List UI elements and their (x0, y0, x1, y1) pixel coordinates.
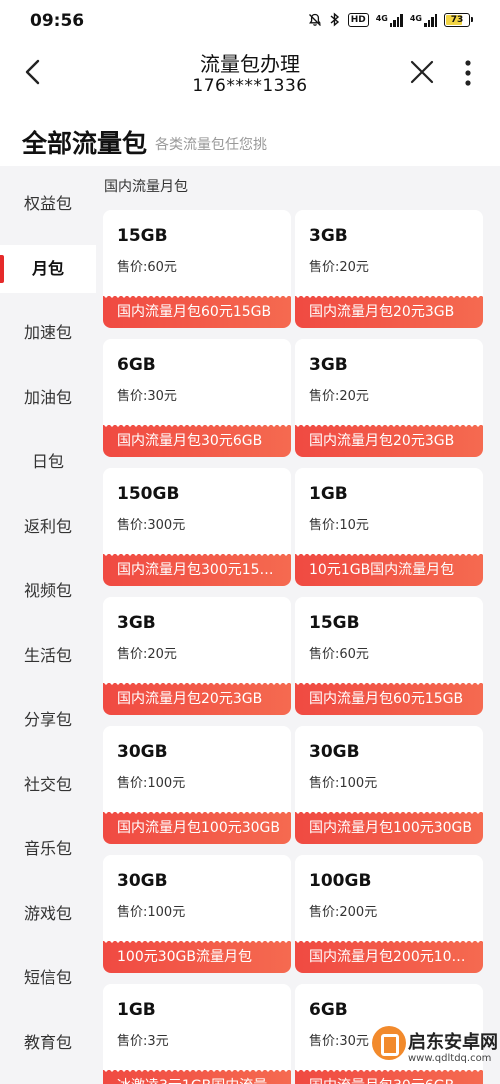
sidebar-item[interactable]: 音乐包 (0, 825, 96, 873)
status-icons: HD 4G 4G 73 (308, 12, 473, 27)
sidebar-item[interactable]: 日包 (0, 438, 96, 486)
sidebar-item[interactable]: 加速包 (0, 309, 96, 357)
battery-level: 73 (450, 14, 464, 25)
package-price: 售价:30元 (117, 389, 177, 404)
sidebar-item[interactable]: 加油包 (0, 374, 96, 422)
package-card[interactable]: 30GB 售价:100元 100元30GB流量月包 (103, 855, 291, 973)
package-price: 售价:60元 (117, 260, 177, 275)
package-data-amount: 6GB (309, 1000, 348, 1020)
category-sidebar: 权益包月包加速包加油包日包返利包视频包生活包分享包社交包音乐包游戏包短信包教育包 (0, 166, 96, 1084)
package-data-amount: 6GB (117, 355, 156, 375)
package-price: 售价:300元 (117, 518, 186, 533)
package-data-amount: 3GB (309, 355, 348, 375)
package-name-banner: 国内流量月包60元15GB (295, 683, 483, 715)
sidebar-item[interactable]: 月包 (0, 244, 96, 293)
watermark-name: 启东安卓网 (408, 1032, 498, 1053)
mute-bell-icon (308, 13, 321, 26)
hd-voice-icon: HD (347, 12, 369, 27)
sidebar-item[interactable]: 返利包 (0, 503, 96, 551)
close-icon[interactable] (408, 58, 436, 86)
section-subtitle: 各类流量包任您挑 (155, 137, 267, 153)
section-header: 全部流量包 各类流量包任您挑 (0, 102, 500, 166)
package-price: 售价:60元 (309, 647, 369, 662)
sidebar-item[interactable]: 权益包 (0, 180, 96, 228)
package-list: 国内流量月包 15GB 售价:60元 国内流量月包60元15GB 3GB 售价:20元国… (96, 166, 500, 1084)
package-name-banner: 国内流量月包60元15GB (103, 296, 291, 328)
package-price: 售价:100元 (117, 776, 186, 791)
package-data-amount: 100GB (309, 871, 372, 891)
package-name-banner: 国内流量月包30元6GB (103, 425, 291, 457)
package-card[interactable]: 3GB 售价:20元国内流量月包20元3GB (295, 339, 483, 457)
group-title: 国内流量月包 (104, 179, 188, 195)
package-card[interactable]: 3GB 售价:20元国内流量月包20元3GB (103, 597, 291, 715)
nav-bar: 流量包办理 176****1336 (0, 44, 500, 102)
package-price: 售价:30元 (309, 1034, 369, 1049)
package-card[interactable]: 1GB 售价:3元冰激凌3元1GB国内流量 (103, 984, 291, 1084)
package-data-amount: 150GB (117, 484, 180, 504)
package-card[interactable]: 30GB 售价:100元国内流量月包100元30GB (103, 726, 291, 844)
package-price: 售价:100元 (309, 776, 378, 791)
package-price: 售价:3元 (117, 1034, 169, 1049)
package-data-amount: 15GB (309, 613, 360, 633)
package-name-banner: 国内流量月包20元3GB (295, 425, 483, 457)
package-price: 售价:20元 (309, 260, 369, 275)
sidebar-item[interactable]: 视频包 (0, 567, 96, 615)
package-name-banner: 国内流量月包300元150GB (103, 554, 291, 586)
sidebar-item[interactable]: 游戏包 (0, 890, 96, 938)
package-card[interactable]: 15GB 售价:60元国内流量月包60元15GB (295, 597, 483, 715)
watermark-url: www.qdltdq.com (408, 1053, 492, 1064)
package-data-amount: 3GB (117, 613, 156, 633)
package-data-amount: 1GB (117, 1000, 156, 1020)
signal-1-icon: 4G (376, 13, 403, 27)
package-name-banner: 国内流量月包20元3GB (103, 683, 291, 715)
package-card[interactable]: 15GB 售价:60元国内流量月包60元15GB (103, 210, 291, 328)
package-data-amount: 30GB (117, 742, 168, 762)
sidebar-item[interactable]: 社交包 (0, 761, 96, 809)
sidebar-item[interactable]: 分享包 (0, 696, 96, 744)
package-card[interactable]: 1GB 售价:10元 10元1GB国内流量月包 (295, 468, 483, 586)
package-data-amount: 30GB (117, 871, 168, 891)
package-name-banner: 国内流量月包100元30GB (295, 812, 483, 844)
package-card[interactable]: 100GB 售价:200元国内流量月包200元100GB (295, 855, 483, 973)
battery-icon: 73 (444, 12, 473, 27)
package-data-amount: 30GB (309, 742, 360, 762)
sidebar-item[interactable]: 教育包 (0, 1019, 96, 1067)
package-name-banner: 国内流量月包100元30GB (103, 812, 291, 844)
bluetooth-icon (330, 12, 339, 27)
package-card[interactable]: 150GB 售价:300元国内流量月包300元150GB (103, 468, 291, 586)
package-price: 售价:10元 (309, 518, 369, 533)
sidebar-item[interactable]: 生活包 (0, 632, 96, 680)
status-bar: 09:56 HD 4G 4G 73 (0, 0, 500, 44)
watermark-phone-icon (372, 1026, 406, 1060)
package-card[interactable]: 30GB 售价:100元国内流量月包100元30GB (295, 726, 483, 844)
watermark-logo: 启东安卓网 www.qdltdq.com (372, 1020, 500, 1084)
more-options-icon[interactable] (460, 58, 476, 88)
package-data-amount: 15GB (117, 226, 168, 246)
package-data-amount: 1GB (309, 484, 348, 504)
package-price: 售价:100元 (117, 905, 186, 920)
package-name-banner: 国内流量月包200元100GB (295, 941, 483, 973)
package-data-amount: 3GB (309, 226, 348, 246)
signal-2-icon: 4G (410, 13, 437, 27)
sidebar-item[interactable]: 短信包 (0, 954, 96, 1002)
status-time: 09:56 (30, 11, 85, 31)
package-name-banner: 100元30GB流量月包 (103, 941, 291, 973)
package-price: 售价:20元 (309, 389, 369, 404)
package-card[interactable]: 6GB 售价:30元国内流量月包30元6GB (103, 339, 291, 457)
package-name-banner: 冰激凌3元1GB国内流量 (103, 1070, 291, 1084)
package-price: 售价:20元 (117, 647, 177, 662)
package-card[interactable]: 3GB 售价:20元国内流量月包20元3GB (295, 210, 483, 328)
package-name-banner: 10元1GB国内流量月包 (295, 554, 483, 586)
app-root: 09:56 HD 4G 4G 73 流量包办理 176****1336 全部流量… (0, 0, 500, 1084)
section-title: 全部流量包 (22, 129, 148, 158)
package-price: 售价:200元 (309, 905, 378, 920)
package-name-banner: 国内流量月包20元3GB (295, 296, 483, 328)
